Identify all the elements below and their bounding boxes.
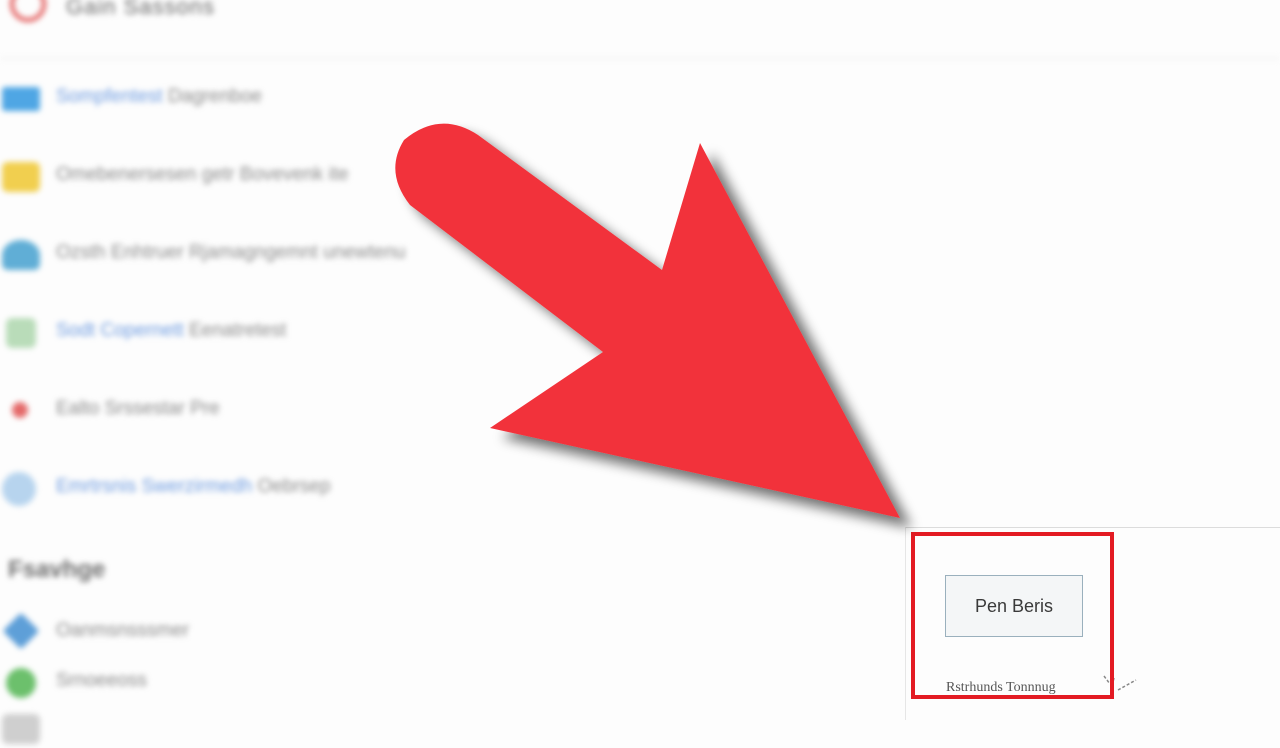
pointer-arrow-icon <box>395 123 900 519</box>
